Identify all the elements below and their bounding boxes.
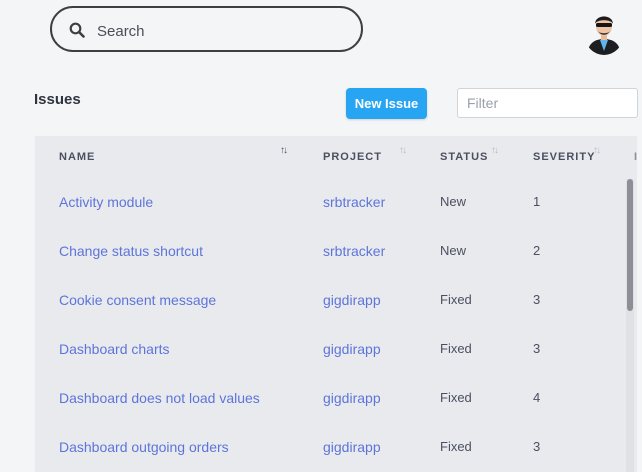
- table-row[interactable]: Activity module srbtracker New 1: [35, 194, 625, 243]
- issues-table: NAME ↑↓ PROJECT ↑↓ STATUS ↑↓ SEVERITY ↑↓…: [35, 136, 637, 472]
- project-link[interactable]: gigdirapp: [323, 292, 381, 308]
- filter-input[interactable]: [457, 88, 638, 118]
- column-header-extra[interactable]: I: [634, 151, 637, 163]
- project-link[interactable]: srbtracker: [323, 243, 385, 259]
- search-bar[interactable]: [50, 6, 363, 52]
- page-title: Issues: [34, 91, 81, 108]
- status-value: Fixed: [440, 292, 472, 307]
- table-row[interactable]: Cookie consent message gigdirapp Fixed 3: [35, 292, 625, 341]
- sort-icon[interactable]: ↑↓: [593, 145, 601, 156]
- severity-value: 2: [533, 243, 541, 258]
- severity-value: 3: [533, 341, 541, 356]
- issue-name-link[interactable]: Dashboard does not load values: [59, 390, 260, 406]
- issue-name-link[interactable]: Dashboard outgoing orders: [59, 439, 229, 455]
- status-value: Fixed: [440, 439, 472, 454]
- status-value: Fixed: [440, 341, 472, 356]
- project-link[interactable]: gigdirapp: [323, 341, 381, 357]
- issue-name-link[interactable]: Cookie consent message: [59, 292, 216, 308]
- column-header-name[interactable]: NAME: [59, 151, 95, 163]
- sort-ascending-icon[interactable]: ↑↓: [280, 145, 288, 156]
- severity-value: 3: [533, 292, 541, 307]
- table-row[interactable]: Dashboard does not load values gigdirapp…: [35, 390, 625, 439]
- sort-icon[interactable]: ↑↓: [491, 145, 499, 156]
- column-header-severity[interactable]: SEVERITY: [533, 151, 595, 163]
- status-value: New: [440, 243, 467, 258]
- table-header: NAME ↑↓ PROJECT ↑↓ STATUS ↑↓ SEVERITY ↑↓…: [35, 136, 637, 178]
- issue-name-link[interactable]: Activity module: [59, 194, 153, 210]
- scrollbar-thumb[interactable]: [627, 179, 633, 311]
- search-input[interactable]: [95, 18, 349, 44]
- vertical-scrollbar[interactable]: [626, 179, 634, 472]
- status-value: Fixed: [440, 390, 472, 405]
- issue-name-link[interactable]: Change status shortcut: [59, 243, 203, 259]
- table-row[interactable]: Dashboard outgoing orders gigdirapp Fixe…: [35, 439, 625, 472]
- search-icon: [69, 22, 85, 38]
- project-link[interactable]: gigdirapp: [323, 390, 381, 406]
- new-issue-button[interactable]: New Issue: [346, 88, 427, 119]
- project-link[interactable]: gigdirapp: [323, 439, 381, 455]
- column-header-project[interactable]: PROJECT: [323, 151, 382, 163]
- issue-name-link[interactable]: Dashboard charts: [59, 341, 170, 357]
- sort-icon[interactable]: ↑↓: [399, 145, 407, 156]
- project-link[interactable]: srbtracker: [323, 194, 385, 210]
- table-row[interactable]: Change status shortcut srbtracker New 2: [35, 243, 625, 292]
- status-value: New: [440, 194, 467, 209]
- severity-value: 3: [533, 439, 541, 454]
- column-header-status[interactable]: STATUS: [440, 151, 488, 163]
- severity-value: 4: [533, 390, 541, 405]
- severity-value: 1: [533, 194, 541, 209]
- avatar[interactable]: [585, 7, 623, 55]
- table-row[interactable]: Dashboard charts gigdirapp Fixed 3: [35, 341, 625, 390]
